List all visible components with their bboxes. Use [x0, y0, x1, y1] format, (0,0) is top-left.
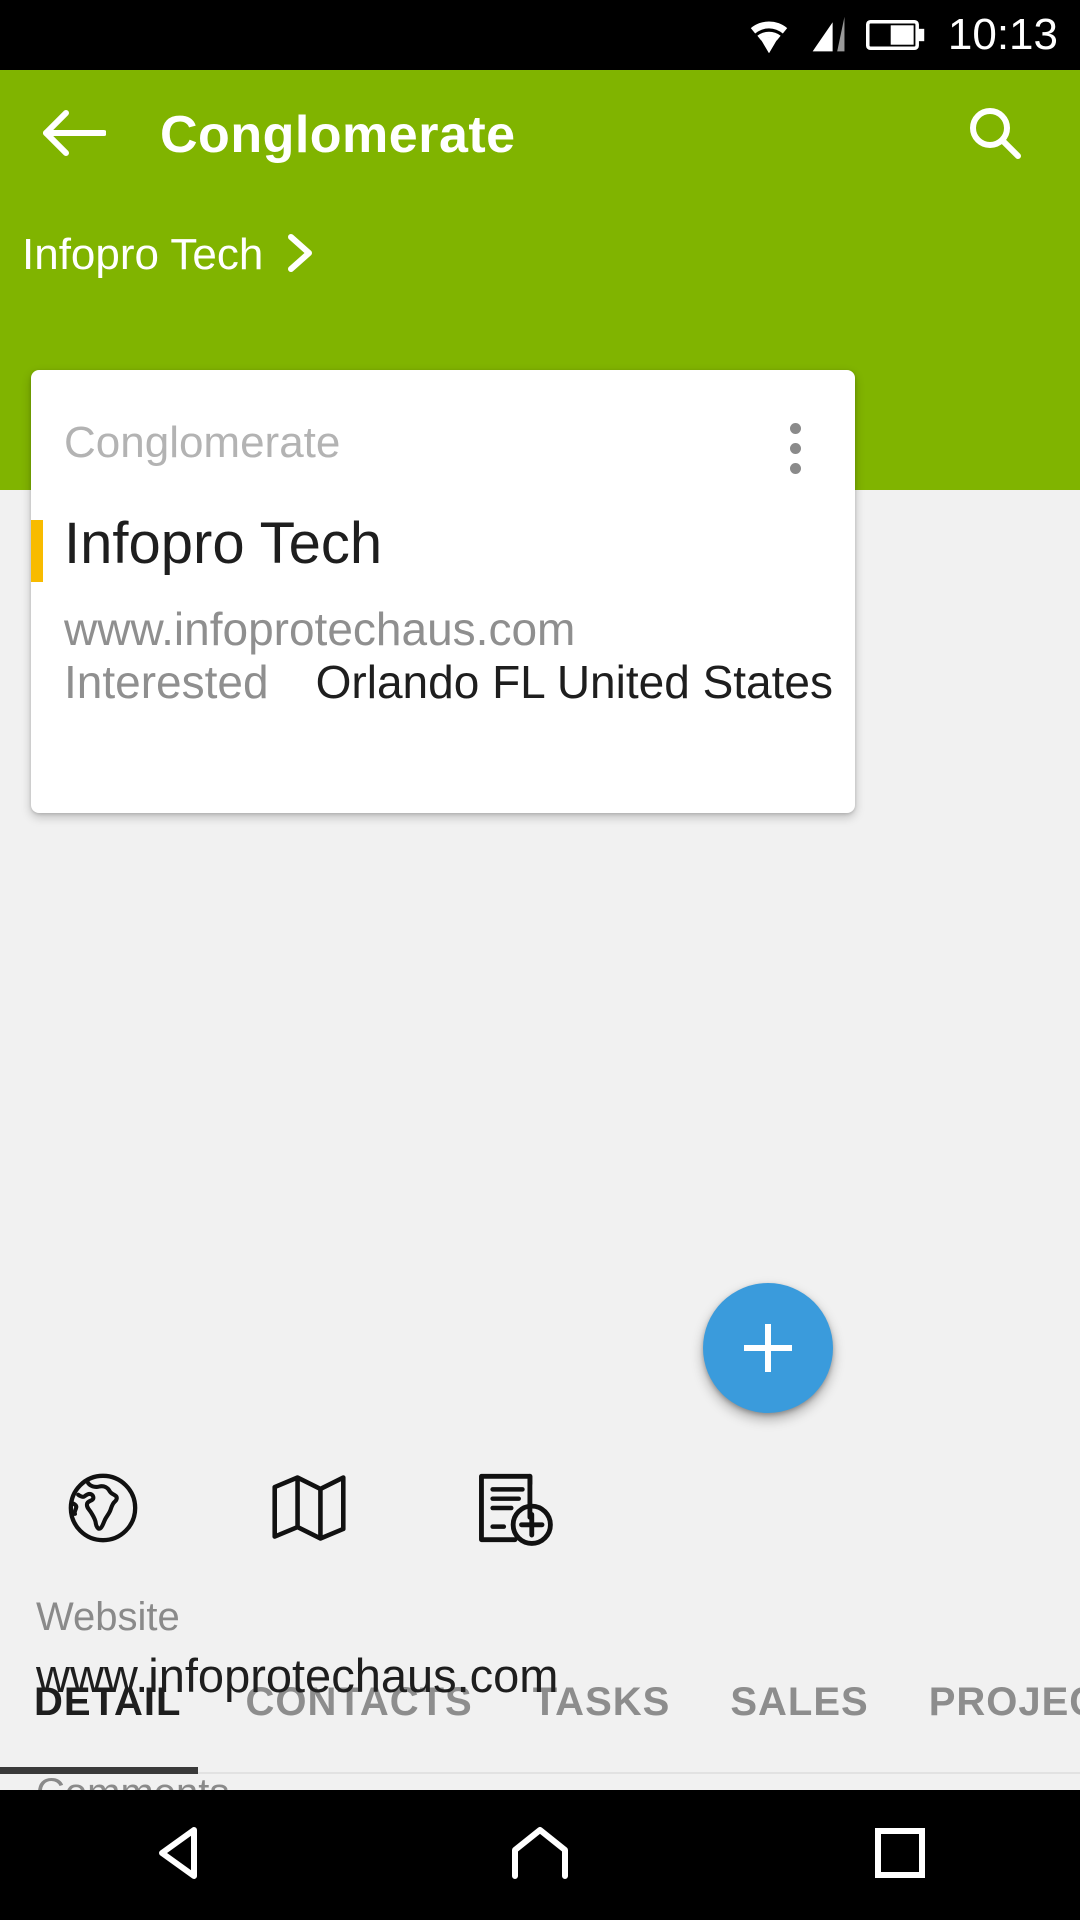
- chevron-right-icon: [285, 231, 315, 280]
- back-button[interactable]: [18, 70, 128, 200]
- cellular-signal-icon: [808, 15, 850, 55]
- field-value-website[interactable]: www.infoprotechaus.com: [36, 1648, 558, 1703]
- arrow-back-icon: [40, 107, 107, 164]
- note-add-icon: [474, 1468, 556, 1553]
- nav-home-button[interactable]: [440, 1790, 640, 1920]
- add-fab-button[interactable]: [703, 1283, 833, 1413]
- plus-icon: [744, 1324, 792, 1372]
- status-bar: 10:13: [0, 0, 1080, 70]
- search-button[interactable]: [950, 70, 1040, 200]
- tab-projects[interactable]: PROJECTS: [899, 1630, 1080, 1774]
- tab-sales[interactable]: SALES: [700, 1630, 898, 1774]
- phone-screen: 10:13 Conglomerate Infopro Tech DETAIL C…: [0, 0, 1080, 1920]
- breadcrumb[interactable]: Infopro Tech: [22, 230, 315, 280]
- search-icon: [966, 104, 1024, 167]
- quick-actions-row: [0, 1450, 1080, 1570]
- tab-sales-label: SALES: [730, 1679, 869, 1724]
- action-map-button[interactable]: [206, 1450, 412, 1570]
- action-add-note-button[interactable]: [412, 1450, 618, 1570]
- card-account-name: Infopro Tech: [64, 511, 383, 576]
- globe-icon: [64, 1469, 142, 1552]
- card-accent-bar: [31, 520, 43, 582]
- breadcrumb-item-label: Infopro Tech: [22, 230, 264, 279]
- battery-icon: [865, 18, 926, 52]
- nav-back-button[interactable]: [80, 1790, 280, 1920]
- nav-back-triangle-icon: [152, 1824, 208, 1887]
- system-navigation-bar: [0, 1790, 1080, 1920]
- tab-projects-label: PROJECTS: [928, 1679, 1080, 1724]
- page-title: Conglomerate: [160, 106, 516, 164]
- card-record-type-label: Conglomerate: [64, 418, 341, 467]
- record-summary-card[interactable]: Conglomerate Infopro Tech www.infoprotec…: [31, 370, 855, 813]
- wifi-icon: [746, 15, 792, 55]
- card-location-label: Orlando FL United States: [315, 656, 833, 708]
- field-label-website: Website: [36, 1595, 180, 1639]
- card-status-label: Interested: [64, 656, 269, 708]
- card-overflow-menu-button[interactable]: [775, 418, 815, 478]
- nav-home-icon: [509, 1824, 571, 1887]
- more-vertical-icon: [789, 422, 801, 474]
- app-bar: Conglomerate: [0, 70, 1080, 200]
- map-icon: [269, 1469, 349, 1552]
- nav-recents-button[interactable]: [800, 1790, 1000, 1920]
- status-bar-clock: 10:13: [947, 10, 1058, 59]
- card-website[interactable]: www.infoprotechaus.com: [64, 602, 575, 656]
- action-website-button[interactable]: [0, 1450, 206, 1570]
- nav-recents-square-icon: [872, 1825, 928, 1886]
